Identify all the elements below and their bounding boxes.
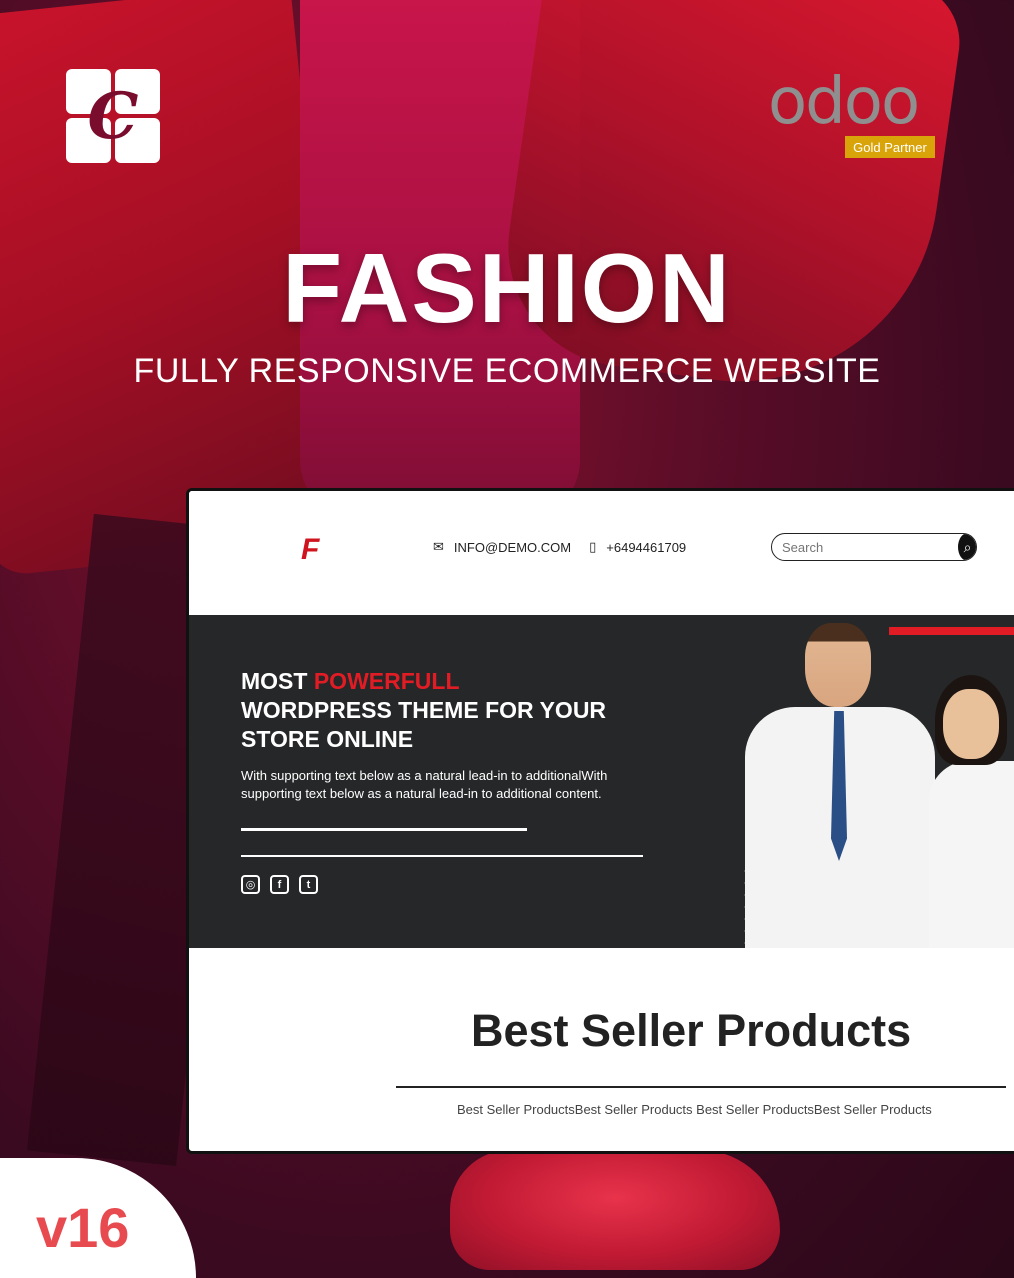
twitter-icon[interactable]: t: [299, 875, 318, 894]
search-input[interactable]: [772, 539, 958, 555]
brand-logo-letter: C: [87, 78, 139, 154]
jacket-right-shape: [492, 0, 968, 408]
banner-divider-long: [241, 855, 643, 857]
instagram-icon[interactable]: ◎: [241, 875, 260, 894]
site-logo[interactable]: F: [301, 533, 319, 567]
version-label: v16: [36, 1196, 130, 1259]
odoo-logo: odoo: [768, 65, 920, 139]
model-woman-image: [929, 675, 1014, 948]
social-links: ◎ f t: [241, 875, 318, 894]
facebook-icon[interactable]: f: [270, 875, 289, 894]
site-header: F ✉ INFO@DEMO.COM ▯ +6494461709 ⌕: [189, 491, 1014, 613]
hero-banner: MOST POWERFULL WORDPRESS THEME FOR YOUR S…: [189, 615, 1014, 948]
banner-divider-short: [241, 828, 527, 831]
best-seller-subtitle: Best Seller ProductsBest Seller Products…: [457, 1102, 932, 1117]
contact-info: ✉ INFO@DEMO.COM ▯ +6494461709: [433, 539, 686, 555]
email-text[interactable]: INFO@DEMO.COM: [454, 540, 571, 555]
search-icon[interactable]: ⌕: [958, 534, 976, 560]
phone-icon: ▯: [589, 539, 597, 554]
banner-headline: MOST POWERFULL WORDPRESS THEME FOR YOUR S…: [241, 668, 607, 752]
hero-title: FASHION: [282, 233, 732, 343]
gold-partner-badge: Gold Partner: [845, 136, 935, 158]
best-seller-title: Best Seller Products: [471, 1005, 912, 1056]
hero-subtitle: FULLY RESPONSIVE ECOMMERCE WEBSITE: [133, 352, 881, 390]
mail-icon: ✉: [433, 539, 444, 554]
search-bar[interactable]: ⌕: [771, 533, 977, 561]
shoe-shape: [450, 1150, 780, 1270]
phone-text[interactable]: +6494461709: [606, 540, 686, 555]
banner-text: With supporting text below as a natural …: [241, 768, 608, 801]
website-mockup: F ✉ INFO@DEMO.COM ▯ +6494461709 ⌕ MOST P…: [186, 488, 1014, 1154]
model-man-image: [745, 623, 935, 948]
best-seller-divider: [396, 1086, 1006, 1088]
